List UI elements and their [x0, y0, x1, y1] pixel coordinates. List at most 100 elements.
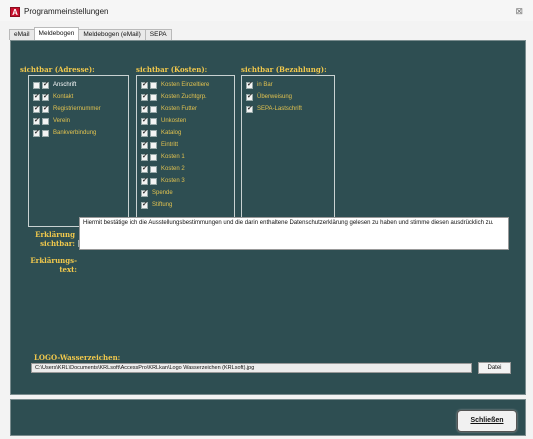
window-title: Programmeinstellungen — [24, 7, 109, 16]
kosten-item-checkbox[interactable] — [141, 164, 148, 173]
kosten-item-row: Katalog — [141, 128, 181, 138]
adresse-item-checkbox[interactable] — [42, 104, 49, 113]
bezahlung-group-box: in Bar Überweisung SEPA-Lastschrift — [241, 75, 335, 227]
erklaerung-sichtbar-label: Erklärung sichtbar: — [33, 230, 75, 248]
erklaerungstext-label-line1: Erklärungs- — [30, 256, 77, 265]
kosten-item-checkbox[interactable] — [141, 116, 148, 125]
kosten-item-label: Eintritt — [161, 142, 179, 148]
adresse-item-row: Anschrift — [33, 80, 76, 90]
bezahlung-item-label: SEPA-Lastschrift — [257, 106, 302, 112]
schliessen-button[interactable]: Schließen — [457, 410, 517, 432]
logo-wasserzeichen-label: LOGO-Wasserzeichen: — [34, 353, 121, 362]
kosten-item-checkbox[interactable] — [150, 165, 157, 173]
bezahlung-item-checkbox[interactable] — [246, 92, 253, 101]
adresse-item-checkbox[interactable] — [33, 81, 40, 89]
adresse-item-label: Registriernummer — [53, 106, 101, 112]
kosten-item-row: Kosten Zuchtgrp. — [141, 92, 207, 102]
adresse-item-checkbox[interactable] — [33, 104, 40, 113]
kosten-item-label: Kosten Zuchtgrp. — [161, 94, 207, 100]
bezahlung-item-checkbox[interactable] — [246, 80, 253, 89]
bezahlung-item-row: Überweisung — [246, 92, 292, 102]
erklaerungstext-label-line2: text: — [59, 265, 77, 274]
tab-meldebogen[interactable]: Meldebogen — [33, 27, 80, 40]
tab-bar: eMail Meldebogen Meldebogen (eMail) SEPA — [9, 27, 172, 40]
bezahlung-item-label: Überweisung — [257, 94, 293, 100]
kosten-item-checkbox[interactable] — [150, 93, 157, 101]
adresse-group-box: Anschrift Kontakt Registriernummer Verein Ba… — [28, 75, 129, 227]
adresse-item-checkbox[interactable] — [33, 92, 40, 101]
kosten-item-checkbox[interactable] — [150, 129, 157, 137]
kosten-item-checkbox[interactable] — [150, 141, 157, 149]
kosten-item-row: Kosten 1 — [141, 152, 185, 162]
kosten-group-box: Kosten Einzeltiere Kosten Zuchtgrp. Kosten… — [136, 75, 235, 227]
kosten-item-row: Unkosten — [141, 116, 186, 126]
adresse-item-row: Bankverbindung — [33, 128, 96, 138]
erklaerungstext-textarea[interactable]: Hiermit bestätige ich die Ausstellungsbe… — [79, 217, 509, 250]
logo-path-input[interactable]: C:\Users\KRL\Documents\KRLsoft\AccessPro… — [31, 363, 472, 373]
adresse-item-row: Registriernummer — [33, 104, 101, 114]
erklaerungstext-label: Erklärungs- text: — [27, 256, 77, 274]
kosten-item-checkbox[interactable] — [141, 176, 148, 185]
kosten-item-checkbox[interactable] — [141, 140, 148, 149]
schliessen-button-label: Schließen — [470, 417, 504, 424]
window-close-button[interactable]: ⊠ — [515, 6, 523, 17]
kosten-item-checkbox[interactable] — [150, 105, 157, 113]
kosten-item-row: Eintritt — [141, 140, 178, 150]
kosten-item-checkbox[interactable] — [141, 188, 148, 197]
kosten-item-row: Spende — [141, 188, 173, 198]
footer-bar: Schließen — [10, 399, 526, 436]
title-bar: A Programmeinstellungen ⊠ — [0, 0, 533, 21]
bezahlung-item-checkbox[interactable] — [246, 104, 253, 113]
kosten-item-label: Kosten Einzeltiere — [161, 82, 210, 88]
kosten-item-checkbox[interactable] — [141, 92, 148, 101]
adresse-item-checkbox[interactable] — [42, 117, 49, 125]
bezahlung-item-label: in Bar — [257, 82, 273, 88]
erklaerung-sichtbar-label-line1: Erklärung — [35, 230, 75, 239]
kosten-item-label: Kosten 1 — [161, 154, 185, 160]
adresse-group-label: sichtbar (Adresse): — [20, 65, 95, 74]
kosten-item-checkbox[interactable] — [150, 153, 157, 161]
kosten-item-checkbox[interactable] — [150, 81, 157, 89]
app-logo-icon: A — [10, 7, 20, 17]
bezahlung-item-row: SEPA-Lastschrift — [246, 104, 302, 114]
kosten-item-row: Kosten 3 — [141, 176, 185, 186]
kosten-item-label: Unkosten — [161, 118, 187, 124]
kosten-item-label: Kosten Futter — [161, 106, 198, 112]
kosten-item-label: Katalog — [161, 130, 182, 136]
kosten-item-checkbox[interactable] — [150, 177, 157, 185]
erklaerung-sichtbar-label-line2: sichtbar: — [40, 239, 75, 248]
tab-meldebogen-email[interactable]: Meldebogen (eMail) — [78, 29, 146, 40]
adresse-item-checkbox[interactable] — [33, 128, 40, 137]
adresse-item-checkbox[interactable] — [42, 92, 49, 101]
kosten-item-row: Kosten Einzeltiere — [141, 80, 209, 90]
tab-email[interactable]: eMail — [9, 29, 35, 40]
adresse-item-checkbox[interactable] — [42, 80, 49, 89]
kosten-item-label: Kosten 3 — [161, 178, 185, 184]
kosten-item-checkbox[interactable] — [150, 117, 157, 125]
adresse-item-checkbox[interactable] — [33, 116, 40, 125]
tab-sepa[interactable]: SEPA — [144, 29, 172, 40]
adresse-item-label: Anschrift — [53, 82, 77, 88]
adresse-item-row: Kontakt — [33, 92, 73, 102]
kosten-item-row: Kosten 2 — [141, 164, 185, 174]
adresse-item-label: Bankverbindung — [53, 130, 97, 136]
kosten-item-label: Kosten 2 — [161, 166, 185, 172]
kosten-item-checkbox[interactable] — [141, 152, 148, 161]
kosten-item-row: Stiftung — [141, 200, 172, 210]
kosten-item-row: Kosten Futter — [141, 104, 197, 114]
bezahlung-group-label: sichtbar (Bezahlung): — [241, 65, 327, 74]
adresse-item-checkbox[interactable] — [42, 129, 49, 137]
kosten-item-label: Spende — [152, 190, 173, 196]
kosten-item-label: Stiftung — [152, 202, 173, 208]
kosten-item-checkbox[interactable] — [141, 200, 148, 209]
datei-button[interactable]: Datei — [478, 362, 511, 374]
kosten-item-checkbox[interactable] — [141, 80, 148, 89]
bezahlung-item-row: in Bar — [246, 80, 273, 90]
adresse-item-label: Kontakt — [53, 94, 74, 100]
kosten-item-checkbox[interactable] — [141, 128, 148, 137]
settings-panel: sichtbar (Adresse): Anschrift Kontakt Regi… — [10, 40, 526, 395]
kosten-group-label: sichtbar (Kosten): — [136, 65, 208, 74]
adresse-item-row: Verein — [33, 116, 70, 126]
adresse-item-label: Verein — [53, 118, 71, 124]
kosten-item-checkbox[interactable] — [141, 104, 148, 113]
